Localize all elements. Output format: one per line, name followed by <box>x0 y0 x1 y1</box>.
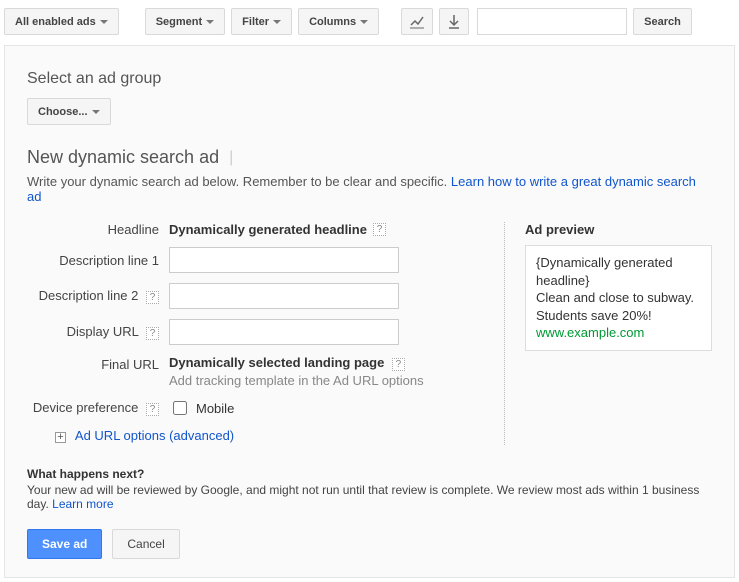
help-icon[interactable]: ? <box>146 327 159 340</box>
cancel-button[interactable]: Cancel <box>112 529 179 559</box>
device-pref-label: Device preference <box>33 400 139 415</box>
preview-line2: Students save 20%! <box>536 307 701 325</box>
caret-down-icon <box>206 20 214 24</box>
download-icon <box>448 15 460 29</box>
download-button[interactable] <box>439 8 469 35</box>
help-icon[interactable]: ? <box>373 223 386 236</box>
desc1-input[interactable] <box>169 247 399 273</box>
filter-label: Filter <box>242 16 269 28</box>
ad-preview-panel: Ad preview {Dynamically generated headli… <box>504 222 712 445</box>
main-panel: Select an ad group Choose... New dynamic… <box>4 45 735 578</box>
ad-preview-title: Ad preview <box>525 222 712 237</box>
desc1-label: Description line 1 <box>27 253 169 268</box>
form-fields: Headline Dynamically generated headline … <box>27 222 504 445</box>
mobile-label: Mobile <box>196 401 234 416</box>
learn-more-link[interactable]: Learn more <box>52 497 113 511</box>
headline-label: Headline <box>27 222 169 237</box>
search-input[interactable] <box>477 8 627 35</box>
search-button-label: Search <box>644 16 681 28</box>
heading-divider: | <box>229 149 233 167</box>
caret-down-icon <box>273 20 281 24</box>
columns-label: Columns <box>309 16 356 28</box>
ad-url-options-link[interactable]: Ad URL options (advanced) <box>75 428 234 443</box>
ad-preview-box: {Dynamically generated headline} Clean a… <box>525 245 712 351</box>
desc2-input[interactable] <box>169 283 399 309</box>
all-enabled-ads-label: All enabled ads <box>15 16 96 28</box>
segment-label: Segment <box>156 16 202 28</box>
choose-label: Choose... <box>38 106 88 118</box>
help-icon[interactable]: ? <box>146 403 159 416</box>
filter-dropdown[interactable]: Filter <box>231 8 292 35</box>
caret-down-icon <box>92 110 100 114</box>
all-enabled-ads-dropdown[interactable]: All enabled ads <box>4 8 119 35</box>
intro-body: Write your dynamic search ad below. Reme… <box>27 174 447 189</box>
chart-button[interactable] <box>401 8 433 35</box>
final-url-note: Add tracking template in the Ad URL opti… <box>169 373 424 388</box>
caret-down-icon <box>360 20 368 24</box>
help-icon[interactable]: ? <box>392 358 405 371</box>
preview-url: www.example.com <box>536 324 701 342</box>
select-ad-group-title: Select an ad group <box>27 70 712 88</box>
intro-text: Write your dynamic search ad below. Reme… <box>27 174 712 204</box>
new-ad-title: New dynamic search ad <box>27 147 219 168</box>
preview-line1: Clean and close to subway. <box>536 289 701 307</box>
next-body-text: Your new ad will be reviewed by Google, … <box>27 483 699 511</box>
columns-dropdown[interactable]: Columns <box>298 8 379 35</box>
preview-headline: {Dynamically generated headline} <box>536 254 701 289</box>
desc2-label: Description line 2 <box>39 288 139 303</box>
display-url-input[interactable] <box>169 319 399 345</box>
chart-icon <box>410 15 424 29</box>
what-happens-next-body: Your new ad will be reviewed by Google, … <box>27 483 712 511</box>
help-icon[interactable]: ? <box>146 291 159 304</box>
toolbar: All enabled ads Segment Filter Columns S… <box>4 4 735 45</box>
expand-icon[interactable]: + <box>55 432 66 443</box>
new-ad-heading: New dynamic search ad | <box>27 147 712 168</box>
final-url-value: Dynamically selected landing page <box>169 355 384 370</box>
final-url-label: Final URL <box>27 355 169 372</box>
what-happens-next-title: What happens next? <box>27 467 712 481</box>
caret-down-icon <box>100 20 108 24</box>
headline-value: Dynamically generated headline <box>169 222 367 237</box>
save-ad-button[interactable]: Save ad <box>27 529 102 559</box>
choose-ad-group-dropdown[interactable]: Choose... <box>27 98 111 125</box>
segment-dropdown[interactable]: Segment <box>145 8 225 35</box>
search-button[interactable]: Search <box>633 8 692 35</box>
mobile-checkbox[interactable] <box>173 401 187 415</box>
display-url-label: Display URL <box>67 324 139 339</box>
